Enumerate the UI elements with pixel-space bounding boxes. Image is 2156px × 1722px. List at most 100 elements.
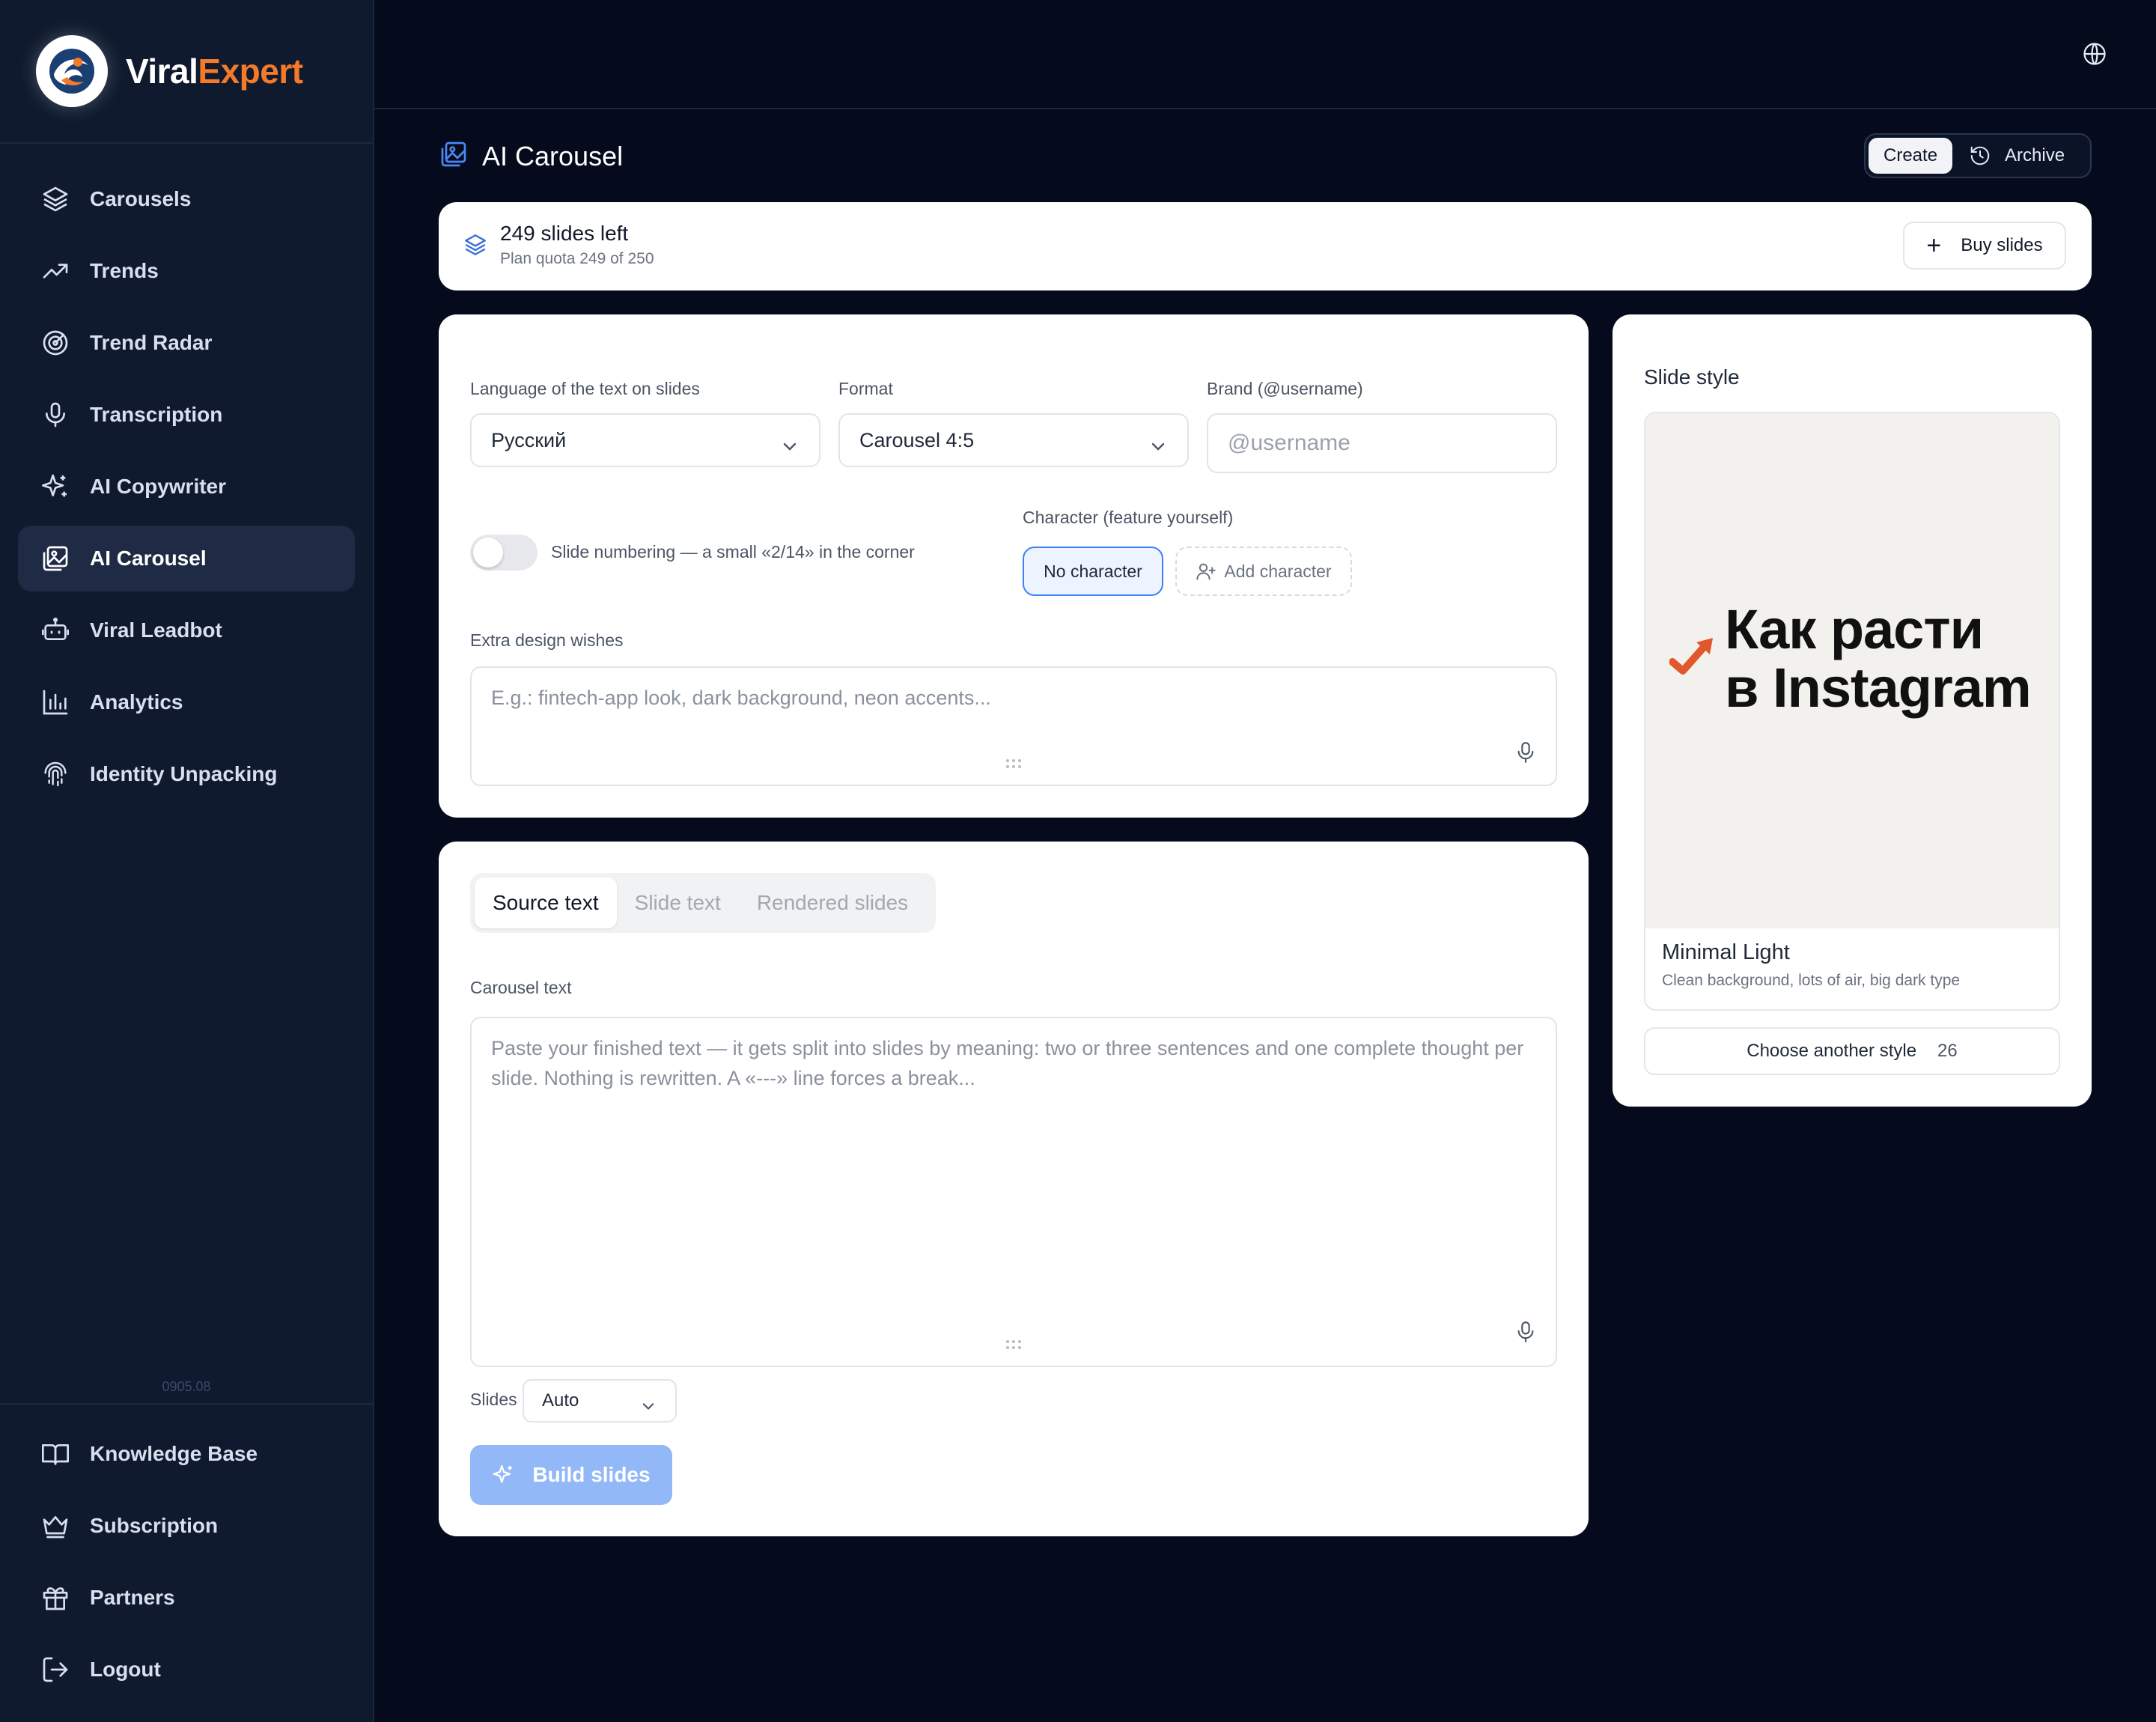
sidebar-item-knowledge-base[interactable]: Knowledge Base — [18, 1421, 355, 1487]
sidebar-item-label: Viral Leadbot — [90, 618, 222, 642]
add-character-label: Add character — [1224, 561, 1332, 581]
sidebar-item-label: AI Copywriter — [90, 475, 227, 498]
archive-tab[interactable]: Archive — [1969, 144, 2065, 167]
sidebar-item-transcription[interactable]: Transcription — [18, 382, 355, 448]
brand-name: ViralExpert — [126, 52, 303, 91]
chevron-down-icon — [641, 1396, 656, 1417]
build-slides-button[interactable]: Build slides — [470, 1445, 672, 1505]
style-count: 26 — [1937, 1041, 1958, 1061]
topbar — [374, 0, 2156, 109]
sidebar: ViralExpert Carousels Trends Trend Radar… — [0, 0, 374, 1722]
sidebar-item-label: Transcription — [90, 403, 223, 426]
bar-chart-icon — [40, 687, 70, 717]
sidebar-item-label: Analytics — [90, 690, 183, 714]
chevron-down-icon — [1150, 434, 1166, 457]
sidebar-item-analytics[interactable]: Analytics — [18, 669, 355, 735]
microphone-icon[interactable] — [1515, 1319, 1536, 1353]
add-character-button[interactable]: Add character — [1175, 547, 1352, 596]
sidebar-item-label: Carousels — [90, 187, 192, 210]
sidebar-item-subscription[interactable]: Subscription — [18, 1493, 355, 1559]
sidebar-item-label: Knowledge Base — [90, 1442, 258, 1465]
sidebar-item-identity-unpacking[interactable]: Identity Unpacking — [18, 741, 355, 807]
carousel-text-label: Carousel text — [470, 978, 572, 997]
tab-source-text[interactable]: Source text — [475, 877, 617, 928]
style-preview[interactable]: Как расти в Instagram Minimal Light Clea… — [1644, 412, 2060, 1011]
sparkles-icon — [493, 1464, 513, 1483]
sidebar-item-carousels[interactable]: Carousels — [18, 166, 355, 232]
carousel-text-textarea[interactable]: Paste your finished text — it gets split… — [470, 1017, 1557, 1367]
sidebar-item-label: Subscription — [90, 1514, 219, 1537]
quota-card: 249 slides left Plan quota 249 of 250 + … — [439, 202, 2092, 290]
microphone-icon[interactable] — [1515, 740, 1536, 773]
logo — [36, 35, 108, 107]
page-header: AI Carousel — [439, 139, 623, 173]
tab-rendered-slides[interactable]: Rendered slides — [739, 877, 926, 928]
history-icon — [1970, 146, 1990, 165]
sidebar-nav: Carousels Trends Trend Radar Transcripti… — [18, 166, 355, 813]
user-plus-icon — [1196, 563, 1216, 580]
extra-wishes-placeholder: E.g.: fintech-app look, dark background,… — [491, 687, 991, 709]
slide-numbering-toggle[interactable] — [470, 535, 538, 571]
logout-icon — [40, 1655, 70, 1685]
images-icon — [40, 544, 70, 574]
extra-wishes-textarea[interactable]: E.g.: fintech-app look, dark background,… — [470, 666, 1557, 786]
chevron-down-icon — [782, 434, 798, 457]
carousel-text-placeholder: Paste your finished text — it gets split… — [491, 1037, 1524, 1089]
sidebar-item-logout[interactable]: Logout — [18, 1637, 355, 1703]
microphone-icon — [40, 400, 70, 430]
sidebar-item-label: Trends — [90, 259, 159, 282]
brand[interactable]: ViralExpert — [0, 0, 373, 144]
build-slides-label: Build slides — [532, 1463, 651, 1486]
choose-style-button[interactable]: Choose another style 26 — [1644, 1027, 2060, 1075]
format-label: Format — [838, 379, 893, 398]
character-label: Character (feature yourself) — [1023, 508, 1234, 527]
slide-numbering-label: Slide numbering — a small «2/14» in the … — [551, 542, 915, 562]
sidebar-item-ai-carousel[interactable]: AI Carousel — [18, 526, 355, 591]
mode-switch: Create Archive — [1864, 133, 2092, 178]
sidebar-item-trend-radar[interactable]: Trend Radar — [18, 310, 355, 376]
plus-icon: + — [1926, 231, 1942, 260]
sidebar-item-label: AI Carousel — [90, 547, 207, 570]
slides-count-select[interactable]: Auto — [523, 1379, 677, 1423]
extra-wishes-label: Extra design wishes — [470, 630, 624, 650]
no-character-option[interactable]: No character — [1023, 547, 1163, 596]
trending-up-icon — [40, 256, 70, 286]
buy-slides-button[interactable]: + Buy slides — [1903, 222, 2066, 270]
book-icon — [40, 1439, 70, 1469]
globe-icon[interactable] — [2081, 40, 2108, 67]
slide-style-card: Slide style Как расти в Instagram Minima… — [1613, 314, 2092, 1107]
sidebar-item-ai-copywriter[interactable]: AI Copywriter — [18, 454, 355, 520]
sidebar-item-label: Trend Radar — [90, 331, 213, 354]
brand-label: Brand (@username) — [1207, 379, 1363, 398]
buy-slides-label: Buy slides — [1961, 235, 2043, 255]
gift-icon — [40, 1583, 70, 1613]
language-label: Language of the text on slides — [470, 379, 700, 398]
brand-username-input[interactable]: @username — [1207, 413, 1557, 473]
sidebar-item-partners[interactable]: Partners — [18, 1565, 355, 1631]
sparkles-icon — [40, 472, 70, 502]
resize-grip-icon[interactable] — [1005, 1328, 1023, 1358]
archive-label: Archive — [2005, 145, 2065, 165]
sidebar-item-label: Identity Unpacking — [90, 762, 278, 785]
slide-style-heading: Slide style — [1644, 365, 1740, 389]
choose-style-label: Choose another style — [1747, 1041, 1917, 1061]
slides-left: 249 slides left — [500, 222, 629, 245]
language-select[interactable]: Русский — [470, 413, 820, 467]
sidebar-item-trends[interactable]: Trends — [18, 238, 355, 304]
resize-grip-icon[interactable] — [1005, 747, 1023, 777]
language-value: Русский — [491, 428, 567, 451]
page-title: AI Carousel — [482, 140, 624, 171]
style-preview-text: Как расти в Instagram — [1725, 600, 2032, 719]
format-select[interactable]: Carousel 4:5 — [838, 413, 1189, 467]
tab-slide-text[interactable]: Slide text — [617, 877, 739, 928]
create-tab[interactable]: Create — [1869, 138, 1953, 174]
sidebar-item-viral-leadbot[interactable]: Viral Leadbot — [18, 597, 355, 663]
images-icon — [439, 139, 469, 173]
preview-line-2: в Instagram — [1725, 657, 2032, 719]
radar-icon — [40, 328, 70, 358]
style-name: Minimal Light — [1662, 940, 1790, 964]
bot-icon — [40, 615, 70, 645]
toggle-knob — [473, 538, 503, 568]
arrow-up-right-icon — [1669, 635, 1717, 681]
fingerprint-icon — [40, 759, 70, 789]
